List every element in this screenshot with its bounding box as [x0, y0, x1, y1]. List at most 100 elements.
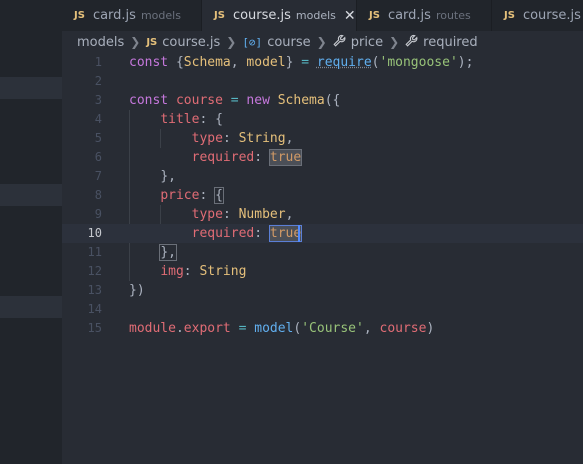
chevron-right-icon: ❯: [226, 35, 237, 49]
tab-card-models[interactable]: JS card.js models: [62, 0, 202, 31]
tab-label: card.js: [387, 8, 431, 23]
token: price: [160, 188, 200, 203]
token: Schema: [183, 55, 231, 70]
line-number: 8: [94, 188, 102, 202]
token: img: [160, 264, 184, 279]
token: new: [246, 93, 270, 108]
token: );: [457, 55, 474, 70]
token: {: [215, 112, 223, 127]
code-editor[interactable]: 1 const {Schema, model} = require('mongo…: [62, 53, 583, 464]
token: const: [129, 93, 169, 108]
line-number: 7: [94, 169, 102, 183]
line-number: 14: [87, 302, 102, 316]
code-line[interactable]: 11 },: [62, 243, 583, 262]
breadcrumb-field[interactable]: required: [423, 35, 477, 50]
breadcrumb-file[interactable]: course.js: [162, 35, 220, 50]
token-highlight: true: [268, 149, 303, 166]
token: module: [129, 321, 176, 336]
token: require: [316, 55, 372, 70]
tab-label: course.js: [522, 8, 581, 23]
line-number: 4: [94, 112, 102, 126]
line-number: 10: [87, 226, 102, 240]
javascript-file-icon: JS: [214, 10, 225, 21]
code-line[interactable]: 12 img: String: [62, 262, 583, 281]
token: title: [160, 112, 200, 127]
token: course: [175, 93, 223, 108]
token-bracket-match: {: [214, 187, 224, 204]
code-line[interactable]: 2: [62, 72, 583, 91]
token: ,: [285, 131, 294, 146]
sidebar-row[interactable]: [0, 77, 62, 99]
token: required: [191, 150, 255, 165]
code-line[interactable]: 13 }): [62, 281, 583, 300]
tab-description: models: [295, 9, 336, 22]
tab-course-truncated[interactable]: JS course.js: [492, 0, 583, 31]
tab-course-models[interactable]: JS course.js models ✕: [202, 0, 357, 31]
wrench-icon: [405, 34, 418, 51]
token: export: [183, 321, 231, 336]
tab-label: course.js: [232, 8, 291, 23]
token: const: [129, 55, 169, 70]
token: =: [230, 93, 239, 108]
code-line[interactable]: 7 },: [62, 167, 583, 186]
code-line-current[interactable]: 10 required: true: [62, 224, 583, 243]
token: {: [175, 55, 184, 70]
line-number: 13: [87, 283, 102, 297]
breadcrumb: models ❯ JS course.js ❯ [⊘] course ❯ pri…: [77, 31, 583, 53]
code-line[interactable]: 8 price: {: [62, 186, 583, 205]
text-cursor: [298, 225, 300, 242]
token: type: [191, 207, 223, 222]
tab-bar: JS card.js models JS course.js models ✕ …: [0, 0, 583, 31]
line-number: 6: [94, 150, 102, 164]
code-line[interactable]: 3 const course = new Schema({: [62, 91, 583, 110]
variable-symbol-icon: [⊘]: [242, 35, 263, 49]
javascript-file-icon: JS: [504, 10, 515, 21]
token: Schema: [277, 93, 325, 108]
line-number: 11: [87, 245, 102, 259]
breadcrumb-property[interactable]: price: [351, 35, 383, 50]
token: model: [254, 321, 294, 336]
token: (: [371, 55, 380, 70]
code-line[interactable]: 9 type: Number,: [62, 205, 583, 224]
sidebar-row[interactable]: [0, 296, 62, 318]
code-line[interactable]: 6 required: true: [62, 148, 583, 167]
javascript-file-icon: JS: [369, 10, 380, 21]
chevron-right-icon: ❯: [316, 35, 327, 49]
javascript-file-icon: JS: [146, 36, 158, 48]
close-icon[interactable]: ✕: [344, 8, 356, 24]
token: ): [426, 321, 435, 336]
token: course: [379, 321, 427, 336]
line-number: 3: [94, 93, 102, 107]
code-line[interactable]: 15 module.export = model('Course', cours…: [62, 319, 583, 338]
token: ,: [230, 55, 239, 70]
breadcrumb-symbol[interactable]: course: [267, 35, 310, 50]
tab-label: card.js: [92, 8, 136, 23]
token: :: [222, 207, 231, 222]
token: .: [175, 321, 184, 336]
line-number: 15: [87, 321, 102, 335]
breadcrumb-folder[interactable]: models: [77, 35, 124, 50]
token: },: [160, 169, 176, 184]
code-line[interactable]: 5 type: String,: [62, 129, 583, 148]
token: ({: [324, 93, 341, 108]
line-number: 2: [94, 74, 102, 88]
code-line[interactable]: 4 title: {: [62, 110, 583, 129]
token: String: [238, 131, 286, 146]
line-number: 5: [94, 131, 102, 145]
token: ,: [285, 207, 294, 222]
wrench-icon: [333, 34, 346, 51]
token: =: [238, 321, 247, 336]
tab-bar-spacer: [0, 0, 62, 31]
tab-card-routes[interactable]: JS card.js routes: [357, 0, 492, 31]
token: :: [199, 188, 208, 203]
token: :: [254, 226, 263, 241]
code-line[interactable]: 14: [62, 300, 583, 319]
token: }): [129, 283, 145, 298]
token: String: [199, 264, 247, 279]
javascript-file-icon: JS: [74, 10, 85, 21]
token-bracket-match: },: [159, 244, 177, 261]
token: ,: [363, 321, 372, 336]
sidebar-row[interactable]: [0, 184, 62, 206]
code-line[interactable]: 1 const {Schema, model} = require('mongo…: [62, 53, 583, 72]
token: type: [191, 131, 223, 146]
